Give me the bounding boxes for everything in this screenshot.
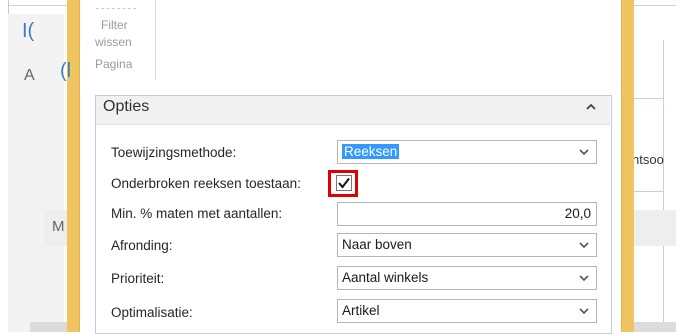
options-panel-title: Opties <box>103 98 150 115</box>
min-maten-value: 20,0 <box>564 206 591 221</box>
options-panel-header[interactable] <box>96 96 610 125</box>
optimalisatie-label: Optimalisatie: <box>111 305 193 320</box>
chevron-down-icon <box>578 239 590 251</box>
checkmark-icon <box>338 177 350 189</box>
background-tab-fragment: A <box>24 67 35 84</box>
background-row-fragment: M <box>52 218 65 235</box>
filter-wissen-button-line2[interactable]: wissen <box>95 35 132 49</box>
ribbon-group-label: Pagina <box>95 57 133 71</box>
optimalisatie-select[interactable]: Artikel <box>337 299 597 323</box>
toewijzingsmethode-select[interactable]: Reeksen <box>337 140 597 164</box>
onderbroken-reeksen-label: Onderbroken reeksen toestaan: <box>111 176 301 191</box>
filter-wissen-button-line1[interactable]: Filter <box>101 18 128 32</box>
prioriteit-value: Aantal winkels <box>342 270 429 285</box>
min-maten-label: Min. % maten met aantallen: <box>111 206 283 221</box>
ribbon-separator <box>155 0 156 80</box>
background-side-area <box>8 14 64 332</box>
background-column-fragment: ntsoo <box>632 152 664 167</box>
chevron-down-icon <box>578 305 590 317</box>
prioriteit-label: Prioriteit: <box>111 271 165 286</box>
min-maten-input[interactable]: 20,0 <box>337 202 597 226</box>
background-title-fragment: I( <box>22 20 35 42</box>
chevron-down-icon <box>578 272 590 284</box>
toewijzingsmethode-value: Reeksen <box>342 144 400 159</box>
afronding-select[interactable]: Naar boven <box>337 233 597 257</box>
chevron-up-icon[interactable] <box>586 100 596 114</box>
background-paren-fragment: (l <box>60 60 72 82</box>
dialog-right-accent <box>621 0 634 332</box>
chevron-down-icon <box>578 146 590 158</box>
afronding-label: Afronding: <box>111 238 173 253</box>
afronding-value: Naar boven <box>342 237 412 252</box>
ribbon-icon-remnant <box>96 0 136 9</box>
onderbroken-reeksen-checkbox[interactable] <box>336 175 352 191</box>
toewijzingsmethode-label: Toewijzingsmethode: <box>111 145 237 160</box>
dialog-left-accent <box>67 0 80 332</box>
optimalisatie-value: Artikel <box>342 303 380 318</box>
prioriteit-select[interactable]: Aantal winkels <box>337 266 597 290</box>
